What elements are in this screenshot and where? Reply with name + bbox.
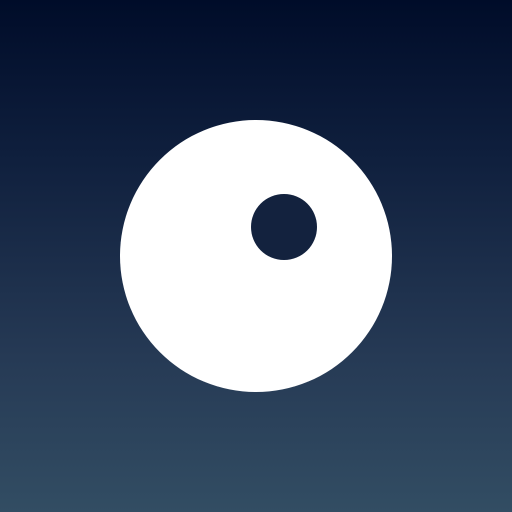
logo-icon bbox=[120, 120, 392, 392]
logo-hole bbox=[251, 194, 317, 260]
logo-svg bbox=[120, 120, 392, 392]
app-icon bbox=[0, 0, 512, 512]
logo-disc bbox=[120, 120, 392, 392]
